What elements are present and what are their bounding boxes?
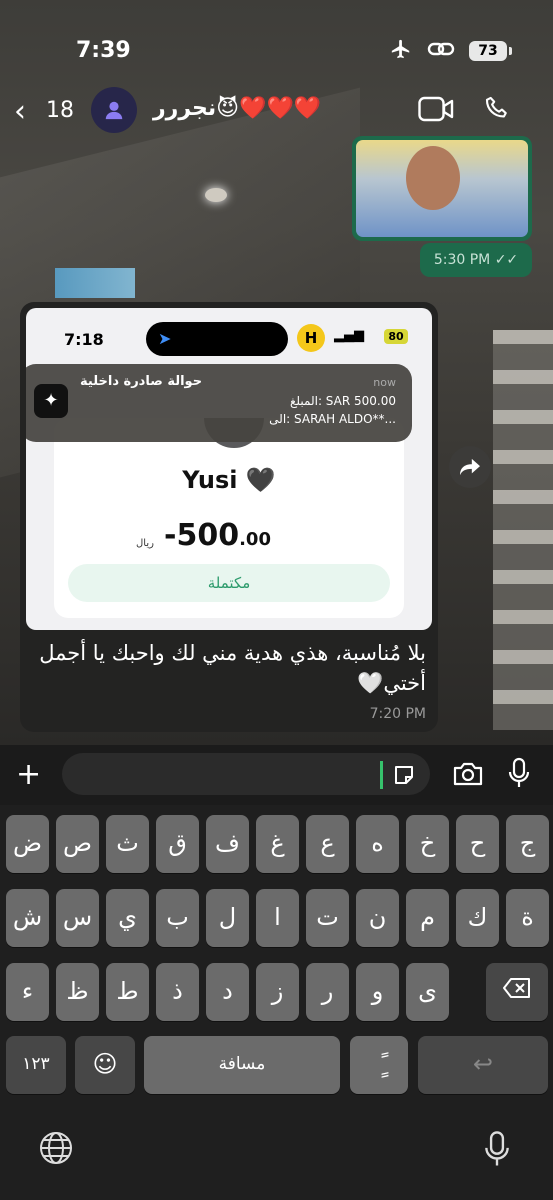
currency-label: ريال (136, 538, 154, 549)
transfer-card: Yusi 🖤 ريال -500.00 مكتملة (54, 418, 404, 618)
back-chevron-icon[interactable]: ‹ (14, 94, 26, 129)
letter-key[interactable]: س (56, 889, 99, 947)
letter-key[interactable]: ق (156, 815, 199, 873)
space-key[interactable]: مسافة (144, 1036, 340, 1094)
link-icon (427, 41, 455, 61)
app-badge: H (297, 324, 325, 352)
battery-indicator: 73 (469, 41, 512, 61)
image-message[interactable] (352, 136, 532, 241)
double-check-icon: ✓✓ (494, 252, 519, 268)
status-badge: مكتملة (68, 564, 390, 602)
status-time: 7:39 (76, 38, 131, 63)
letter-key[interactable]: ي (106, 889, 149, 947)
navigation-arrow-icon: ➤ (158, 329, 172, 348)
signal-icon: ▂▄▆ (334, 328, 364, 343)
letter-key[interactable]: ص (56, 815, 99, 873)
dynamic-island: ➤ (146, 322, 288, 356)
notification-time: now (373, 376, 396, 389)
globe-icon[interactable] (38, 1130, 74, 1170)
tanween-key[interactable]: ًٍ (350, 1036, 408, 1094)
letter-key[interactable]: ح (456, 815, 499, 873)
letter-key[interactable]: خ (406, 815, 449, 873)
numbers-key[interactable]: ١٢٣ (6, 1036, 66, 1094)
photo-thumbnail[interactable] (356, 140, 528, 237)
letter-key[interactable]: ذ (156, 963, 199, 1021)
person-icon (105, 101, 123, 120)
letter-key[interactable]: و (356, 963, 399, 1021)
unread-count[interactable]: 18 (46, 98, 74, 123)
letter-key[interactable]: ط (106, 963, 149, 1021)
letter-key[interactable]: ه (356, 815, 399, 873)
dictation-mic-icon[interactable] (484, 1130, 510, 1172)
letter-key[interactable]: غ (256, 815, 299, 873)
bank-notification: ✦ حوالة صادرة داخلية now المبلغ: SAR 500… (26, 364, 412, 442)
letter-key[interactable]: ة (506, 889, 549, 947)
transfer-amount: -500.00 (164, 518, 271, 553)
letter-key[interactable]: م (406, 889, 449, 947)
delete-key[interactable] (486, 963, 548, 1021)
notification-title: حوالة صادرة داخلية (80, 374, 203, 389)
letter-key[interactable]: ب (156, 889, 199, 947)
letter-key[interactable]: ض (6, 815, 49, 873)
letter-key[interactable]: ث (106, 815, 149, 873)
message-text: بلا مُناسبة، هذي هدية مني لك واحبك يا أج… (39, 641, 426, 695)
letter-key[interactable]: ل (206, 889, 249, 947)
phone-call-icon[interactable] (483, 94, 511, 128)
letter-key[interactable]: ن (356, 889, 399, 947)
emoji-key[interactable]: ☺ (75, 1036, 135, 1094)
keyboard: ١٢٣ ☺ مسافة ًٍ ↩ ضصثقفغعهخحج شسيبلاتنمكة ء… (0, 805, 553, 1200)
screenshot-time: 7:18 (64, 330, 104, 349)
letter-key[interactable]: ء (6, 963, 49, 1021)
video-call-icon[interactable] (418, 96, 454, 126)
letter-key[interactable]: ت (306, 889, 349, 947)
forward-button[interactable] (449, 446, 491, 488)
screenshot-battery: 80 (384, 329, 408, 344)
airplane-icon (389, 38, 413, 64)
letter-key[interactable]: ك (456, 889, 499, 947)
letter-key[interactable]: ا (256, 889, 299, 947)
return-arrow-icon: ↩ (472, 1050, 494, 1078)
status-bar: 7:39 73 (0, 0, 553, 90)
contact-name[interactable]: نجررر😈❤️❤️❤️ (153, 96, 321, 121)
transfer-screenshot[interactable]: 7:18 ➤ H ▂▄▆ 80 Yusi 🖤 ريال -500.00 مكتم… (26, 308, 432, 630)
message-bubble[interactable]: 7:18 ➤ H ▂▄▆ 80 Yusi 🖤 ريال -500.00 مكتم… (20, 302, 438, 732)
plus-icon[interactable]: + (16, 757, 41, 792)
letter-key[interactable]: ظ (56, 963, 99, 1021)
letter-key[interactable]: د (206, 963, 249, 1021)
sticker-icon[interactable] (392, 763, 416, 791)
forward-icon (460, 458, 480, 476)
letter-key[interactable]: ى (406, 963, 449, 1021)
recipient-name: Yusi 🖤 (182, 466, 276, 494)
notification-amount: المبلغ: SAR 500.00 (290, 394, 396, 408)
letter-key[interactable]: ف (206, 815, 249, 873)
bank-app-icon: ✦ (34, 384, 68, 418)
message-time: 7:20 PM (369, 706, 426, 722)
microphone-icon[interactable] (508, 757, 530, 793)
letter-key[interactable]: ز (256, 963, 299, 1021)
letter-key[interactable]: ج (506, 815, 549, 873)
chat-header: ‹ 18 نجررر😈❤️❤️❤️ (0, 86, 553, 136)
composer: + (0, 745, 553, 805)
notification-recipient: الى: SARAH ALDO**... (269, 412, 396, 426)
avatar[interactable] (91, 87, 137, 133)
letter-key[interactable]: ع (306, 815, 349, 873)
backspace-icon (503, 978, 530, 998)
return-key[interactable]: ↩ (418, 1036, 548, 1094)
emoji-icon: ☺ (92, 1050, 118, 1078)
text-cursor (380, 761, 383, 789)
image-message-time: 5:30 PM ✓✓ (420, 243, 532, 277)
letter-key[interactable]: ش (6, 889, 49, 947)
camera-icon[interactable] (452, 761, 484, 791)
letter-key[interactable]: ر (306, 963, 349, 1021)
message-input[interactable] (62, 753, 430, 795)
